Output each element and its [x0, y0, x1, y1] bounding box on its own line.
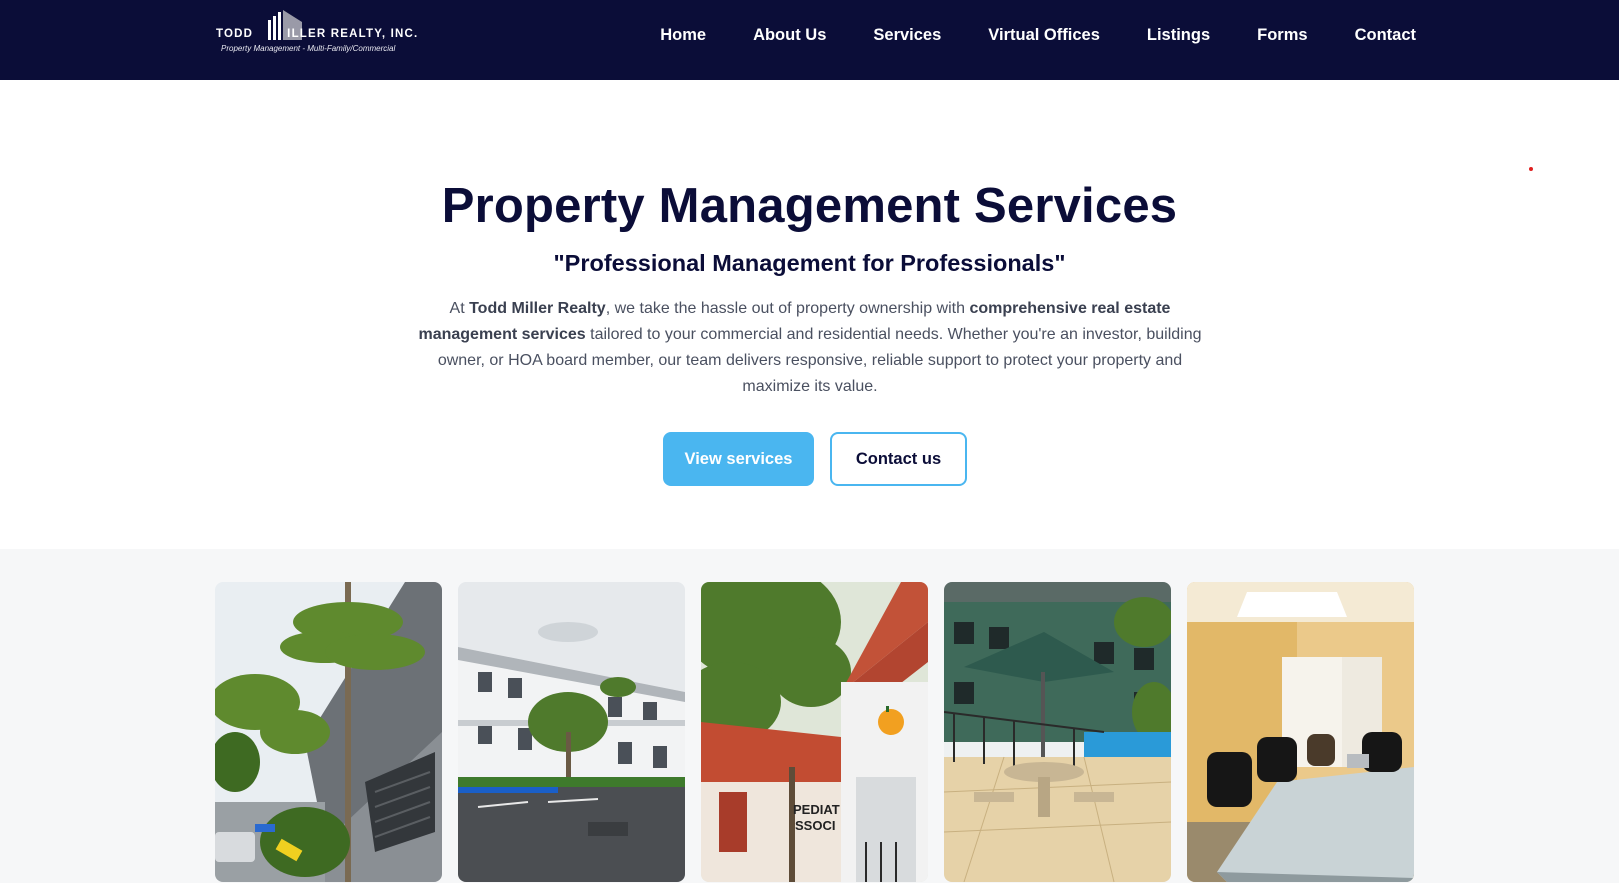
page-subtitle: "Professional Management for Professiona… — [553, 250, 1066, 276]
logo-text: TODD ILLER REALTY, INC. — [216, 28, 418, 40]
intro-text-2: , we take the hassle out of property own… — [605, 300, 970, 317]
nav-virtual-offices[interactable]: Virtual Offices — [965, 26, 1124, 45]
gallery-photo-office-building[interactable] — [458, 582, 685, 882]
page-title: Property Management Services — [441, 179, 1178, 233]
nav-contact[interactable]: Contact — [1331, 26, 1416, 45]
nav-home[interactable]: Home — [637, 26, 730, 45]
nav-forms[interactable]: Forms — [1234, 26, 1331, 45]
site-header: TODD ILLER REALTY, INC. Property Manageme… — [0, 0, 1619, 80]
hero-section: Property Management Services "Profession… — [0, 80, 1619, 549]
pediatric-sign-line2: SSOCI — [795, 818, 835, 833]
intro-paragraph: At Todd Miller Realty, we take the hassl… — [410, 296, 1210, 400]
main-nav: Home About Us Services Virtual Offices L… — [637, 0, 1416, 70]
gallery-photo-courtyard-pool[interactable] — [944, 582, 1171, 882]
pediatric-sign-line1: PEDIAT — [793, 802, 840, 817]
nav-about-us[interactable]: About Us — [730, 26, 850, 45]
photo-gallery: PEDIAT SSOCI — [0, 549, 1619, 883]
logo-name-part1: TODD — [216, 28, 254, 40]
nav-services[interactable]: Services — [850, 26, 965, 45]
intro-text-1: At — [449, 300, 470, 317]
gallery-photo-pediatric-building[interactable]: PEDIAT SSOCI — [701, 582, 928, 882]
logo-tagline: Property Management - Multi-Family/Comme… — [221, 44, 396, 53]
view-services-button[interactable]: View services — [663, 432, 814, 486]
contact-us-button[interactable]: Contact us — [830, 432, 967, 486]
hero-buttons: View services Contact us — [663, 432, 967, 486]
logo-name-part2: ILLER REALTY, INC. — [287, 28, 419, 40]
nav-listings[interactable]: Listings — [1123, 26, 1233, 45]
decorative-dot — [1529, 167, 1533, 171]
company-logo[interactable]: TODD ILLER REALTY, INC. Property Manageme… — [216, 8, 436, 58]
intro-company-name: Todd Miller Realty — [469, 300, 606, 317]
gallery-photo-palm-building[interactable] — [215, 582, 442, 882]
gallery-photo-conference-room[interactable] — [1187, 582, 1414, 882]
